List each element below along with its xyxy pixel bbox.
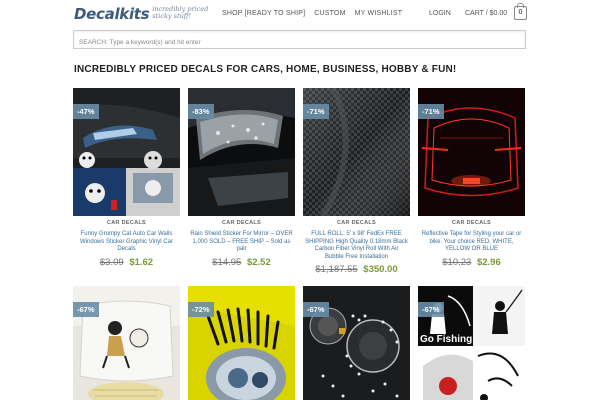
product-image[interactable]: -47%: [73, 88, 180, 216]
product-image[interactable]: Go Fishing -67%: [418, 286, 525, 400]
logo-tagline-line-2: sticky stuff!: [152, 12, 191, 20]
discount-badge: -71%: [303, 104, 329, 119]
product-category[interactable]: CAR DECALS: [418, 220, 525, 226]
discount-badge: -67%: [418, 302, 444, 317]
cart-count: 0: [518, 9, 523, 16]
product-image[interactable]: -71%: [418, 88, 525, 216]
product-image[interactable]: -72%: [188, 286, 295, 400]
product-image[interactable]: -67%: [73, 286, 180, 400]
search-bar: [73, 30, 526, 51]
nav-my-wishlist[interactable]: MY WISHLIST: [355, 10, 403, 17]
site-header: Decalkits incredibly priced sticky stuff…: [0, 0, 600, 28]
nav-shop-ready-to-ship[interactable]: SHOP [READY TO SHIP]: [222, 10, 305, 17]
logo-wordmark: Decalkits: [74, 5, 150, 23]
product-price: $10.23 $2.96: [418, 257, 525, 268]
product-title[interactable]: FULL ROLL: 5' x 98' FedEx FREE SHIPPING …: [303, 231, 410, 261]
product-card[interactable]: -71% CAR DECALS Reflective Tape for Styl…: [418, 88, 525, 268]
product-title[interactable]: Reflective Tape for Styling your car or …: [418, 231, 525, 254]
product-image[interactable]: -67%: [303, 286, 410, 400]
logo-tagline: incredibly priced sticky stuff!: [152, 6, 208, 20]
discount-badge: -72%: [188, 302, 214, 317]
product-price: $3.09 $1.62: [73, 257, 180, 268]
product-price: $14.95 $2.52: [188, 257, 295, 268]
discount-badge: -47%: [73, 104, 99, 119]
main-nav: SHOP [READY TO SHIP] CUSTOM MY WISHLIST: [222, 10, 402, 17]
product-image[interactable]: -71%: [303, 88, 410, 216]
nav-custom[interactable]: CUSTOM: [314, 10, 345, 17]
sale-price: $2.96: [476, 256, 501, 268]
product-category[interactable]: CAR DECALS: [73, 220, 180, 226]
cart-icon[interactable]: 0: [514, 3, 527, 20]
login-link[interactable]: LOGIN: [429, 10, 451, 17]
product-title[interactable]: Rain Shield Sticker For Mirror – OVER 1,…: [188, 231, 295, 254]
product-card[interactable]: Go Fishing -67%: [418, 286, 525, 400]
product-category[interactable]: CAR DECALS: [303, 220, 410, 226]
product-category[interactable]: CAR DECALS: [188, 220, 295, 226]
product-title[interactable]: Funny Grumpy Cat Auto Car Walls Windows …: [73, 231, 180, 254]
product-card[interactable]: -67%: [73, 286, 180, 400]
discount-badge: -83%: [188, 104, 214, 119]
discount-badge: -71%: [418, 104, 444, 119]
product-card[interactable]: -47% CAR DECALS Funny Grumpy Cat Auto Ca…: [73, 88, 180, 268]
product-image[interactable]: -83%: [188, 88, 295, 216]
original-price: $3.09: [99, 256, 124, 268]
sale-price: $2.52: [246, 256, 271, 268]
page-title: INCREDIBLY PRICED DECALS FOR CARS, HOME,…: [74, 64, 457, 75]
discount-badge: -67%: [73, 302, 99, 317]
sale-price: $1.62: [129, 256, 154, 268]
product-card[interactable]: -72%: [188, 286, 295, 400]
product-card[interactable]: -83% CAR DECALS Rain Shield Sticker For …: [188, 88, 295, 268]
cart-link[interactable]: CART / $0.00: [465, 10, 507, 17]
original-price: $14.95: [212, 256, 242, 268]
search-input[interactable]: [74, 34, 525, 51]
product-card[interactable]: -67%: [303, 286, 410, 400]
sale-price: $350.00: [363, 264, 398, 275]
product-card[interactable]: -71% CAR DECALS FULL ROLL: 5' x 98' FedE…: [303, 88, 410, 275]
original-price: $1,187.55: [315, 264, 358, 275]
original-price: $10.23: [442, 256, 472, 268]
site-logo[interactable]: Decalkits incredibly priced sticky stuff…: [74, 5, 208, 23]
discount-badge: -67%: [303, 302, 329, 317]
go-fishing-decal-text: Go Fishing: [420, 334, 472, 345]
product-price: $1,187.55 $350.00: [303, 264, 410, 275]
